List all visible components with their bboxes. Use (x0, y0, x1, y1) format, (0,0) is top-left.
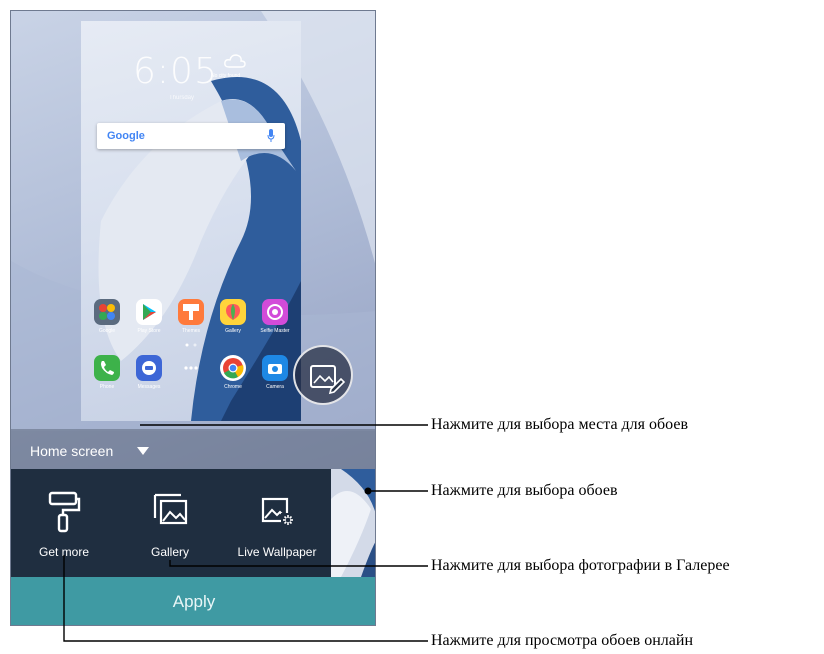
app-camera[interactable]: Camera (257, 355, 293, 390)
folder-icon (94, 299, 120, 325)
dock-row: Phone Messages Chrome Camera (89, 355, 293, 390)
callout-wallpaper: Нажмите для выбора обоев (431, 482, 618, 499)
gallery-button[interactable]: Gallery (117, 469, 223, 577)
themes-icon (178, 299, 204, 325)
app-chrome[interactable]: Chrome (215, 355, 251, 390)
wallpaper-location-label: Home screen (30, 443, 114, 459)
paint-roller-icon (48, 491, 81, 533)
cloud-icon (224, 54, 246, 68)
messages-icon (136, 355, 162, 381)
app-label: Gallery (225, 328, 241, 334)
apply-label: Apply (172, 592, 216, 611)
caret-down-icon (137, 447, 149, 455)
selfie-master-icon (262, 299, 288, 325)
wallpaper-options-bar: Get more Gallery Live Wallpaper (11, 469, 375, 577)
app-messages[interactable]: Messages (131, 355, 167, 390)
app-gallery-balloon[interactable]: Gallery (215, 299, 251, 334)
wallpaper-thumbnail[interactable] (331, 469, 375, 577)
app-label: Google (98, 328, 116, 334)
live-wallpaper-label: Live Wallpaper (237, 545, 317, 559)
live-wallpaper-button[interactable]: Live Wallpaper (223, 469, 331, 577)
edit-image-icon (310, 365, 346, 395)
get-more-label: Get more (38, 545, 89, 559)
home-screen-preview: 6:05 No city found Thursday Google Googl… (81, 21, 301, 421)
app-label: Play Store (137, 328, 161, 334)
gallery-balloon-icon (220, 299, 246, 325)
weather-text: No city found (211, 73, 241, 79)
gallery-label: Gallery (150, 545, 189, 559)
chrome-icon (220, 355, 246, 381)
google-search-bar[interactable]: Google (97, 123, 285, 149)
google-logo: Google (107, 130, 145, 142)
app-row-1: Google Play Store Themes Gallery Selfie Mast… (89, 299, 293, 334)
callout-online: Нажмите для просмотра обоев онлайн (431, 632, 694, 649)
app-label: Messages (137, 384, 161, 390)
callout-gallery: Нажмите для выбора фотографии в Галерее (431, 557, 730, 574)
apply-button[interactable]: Apply (11, 577, 375, 625)
app-folder[interactable]: Google (89, 299, 125, 334)
phone-icon (94, 355, 120, 381)
app-app-drawer[interactable] (173, 355, 209, 390)
app-label: Camera (266, 384, 284, 390)
edit-wallpaper-button[interactable] (293, 345, 353, 405)
camera-icon (262, 355, 288, 381)
mic-icon (267, 129, 275, 142)
gallery-icon (153, 493, 188, 525)
get-more-button[interactable]: Get more (11, 469, 117, 577)
phone-screen: 6:05 No city found Thursday Google Googl… (10, 10, 376, 626)
live-wallpaper-icon (261, 497, 295, 527)
app-themes[interactable]: Themes (173, 299, 209, 334)
wallpaper-thumbnail-image (331, 469, 375, 577)
page-indicator (185, 343, 197, 347)
app-phone[interactable]: Phone (89, 355, 125, 390)
date-text: Thursday (169, 95, 195, 101)
wallpaper-location-selector[interactable]: Home screen (11, 429, 375, 469)
app-label: Selfie Master (260, 328, 290, 334)
app-drawer-icon (178, 355, 204, 381)
app-label: Phone (99, 384, 115, 390)
play-store-icon (136, 299, 162, 325)
app-play-store[interactable]: Play Store (131, 299, 167, 334)
app-label: Chrome (224, 384, 242, 390)
callout-location: Нажмите для выбора места для обоев (431, 416, 689, 433)
clock-text: 6:05 (133, 51, 218, 92)
app-selfie-master[interactable]: Selfie Master (257, 299, 293, 334)
app-label: Themes (181, 328, 201, 334)
